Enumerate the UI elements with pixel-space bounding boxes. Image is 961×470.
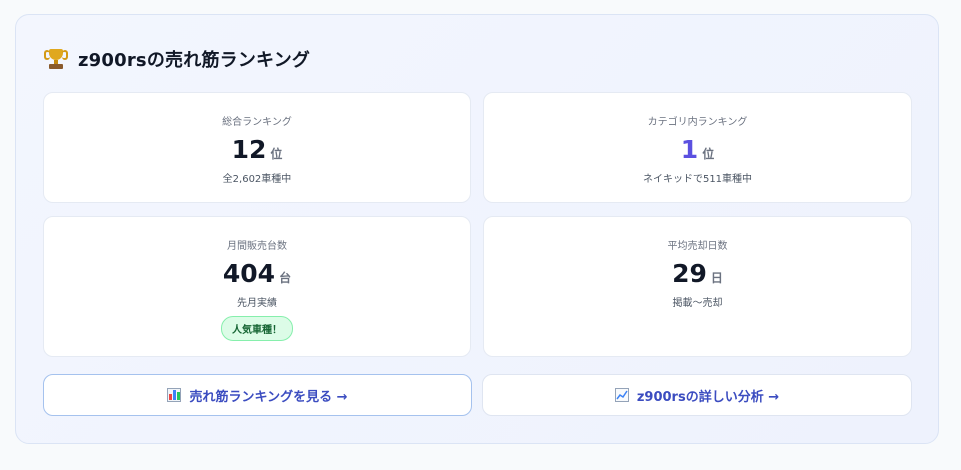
- average-days-label: 平均売却日数: [667, 241, 728, 252]
- average-days-card: 平均売却日数 29 日 掲載〜売却: [483, 216, 912, 357]
- monthly-sales-label: 月間販売台数: [227, 241, 287, 252]
- category-ranking-unit: 位: [702, 147, 715, 161]
- overall-ranking-value: 12: [231, 135, 267, 164]
- ranking-link-button[interactable]: 売れ筋ランキングを見る →: [43, 374, 472, 416]
- overall-ranking-sub: 全2,602車種中: [222, 174, 292, 185]
- average-days-value: 29: [672, 259, 707, 288]
- monthly-sales-value: 404: [222, 259, 276, 288]
- bar-chart-icon: [167, 388, 182, 402]
- monthly-sales-sub: 先月実績: [237, 298, 277, 309]
- category-ranking-label: カテゴリ内ランキング: [647, 117, 748, 128]
- category-ranking-value: 1: [680, 135, 699, 164]
- trophy-icon: [44, 48, 68, 70]
- ranking-panel: z900rsの売れ筋ランキング 総合ランキング 12 位 全2,602車種中 カ…: [15, 14, 939, 444]
- monthly-sales-value-row: 404 台: [44, 259, 470, 288]
- panel-title: z900rsの売れ筋ランキング: [78, 50, 311, 71]
- overall-ranking-label: 総合ランキング: [222, 117, 292, 128]
- category-ranking-sub: ネイキッドで511車種中: [642, 174, 753, 185]
- monthly-sales-card: 月間販売台数 404 台 先月実績 人気車種！: [43, 216, 471, 357]
- line-chart-icon: [614, 388, 629, 402]
- ranking-link-label: 売れ筋ランキングを見る →: [189, 389, 348, 405]
- analysis-link-button[interactable]: z900rsの詳しい分析 →: [482, 374, 912, 416]
- average-days-value-row: 29 日: [484, 259, 911, 288]
- category-ranking-value-row: 1 位: [484, 135, 911, 164]
- panel-header: z900rsの売れ筋ランキング: [44, 45, 311, 73]
- analysis-link-label: z900rsの詳しい分析 →: [636, 389, 780, 405]
- monthly-sales-unit: 台: [279, 271, 292, 285]
- overall-ranking-value-row: 12 位: [44, 135, 470, 164]
- category-ranking-card: カテゴリ内ランキング 1 位 ネイキッドで511車種中: [483, 92, 912, 203]
- average-days-unit: 日: [710, 271, 723, 285]
- popular-badge: 人気車種！: [221, 316, 293, 341]
- overall-ranking-unit: 位: [270, 147, 283, 161]
- overall-ranking-card: 総合ランキング 12 位 全2,602車種中: [43, 92, 471, 203]
- average-days-sub: 掲載〜売却: [672, 298, 723, 309]
